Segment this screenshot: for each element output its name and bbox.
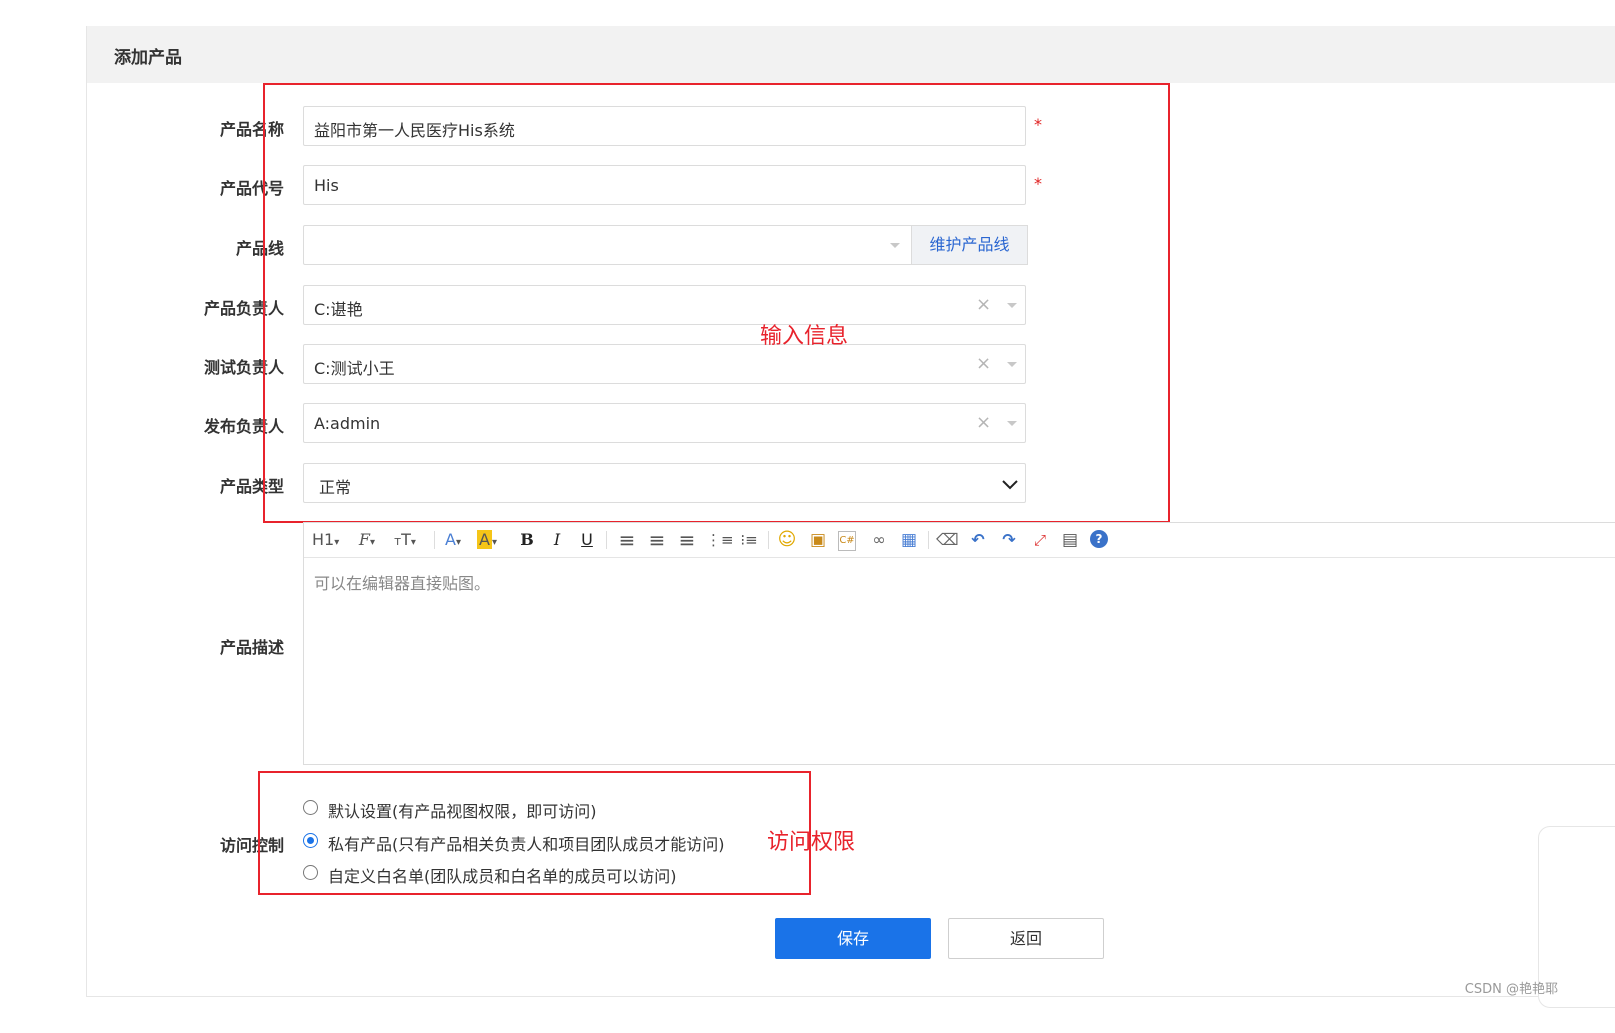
annotation-box-input-info: [263, 83, 1170, 523]
help-icon[interactable]: ?: [1090, 530, 1108, 548]
ordered-list-icon[interactable]: ⋮≡: [706, 528, 734, 552]
font-color-icon[interactable]: A▾: [442, 528, 464, 552]
align-left-icon[interactable]: ≡: [616, 528, 638, 552]
underline-icon[interactable]: U: [576, 528, 598, 552]
table-icon[interactable]: ▦: [898, 528, 920, 552]
toolbar-divider: [434, 531, 435, 549]
link-icon[interactable]: ∞: [868, 528, 890, 552]
italic-icon[interactable]: I: [546, 528, 568, 552]
eraser-icon[interactable]: ⌫: [936, 528, 959, 552]
toolbar-divider: [768, 531, 769, 549]
align-center-icon[interactable]: ≡: [646, 528, 668, 552]
description-editor[interactable]: H1▾ F▾ тT▾ A▾ A ▾ B I U ≡ ≡ ≡ ⋮≡ ⁝≡ ☺ ▣ C…: [303, 522, 1615, 765]
annotation-access-rights: 访问权限: [767, 830, 856, 855]
align-right-icon[interactable]: ≡: [676, 528, 698, 552]
page-title: 添加产品: [114, 48, 182, 68]
toolbar-divider: [606, 531, 607, 549]
emoji-icon[interactable]: ☺: [776, 528, 798, 552]
font-size-icon[interactable]: тT▾: [394, 528, 416, 552]
redo-icon[interactable]: ↷: [998, 528, 1020, 552]
save-button[interactable]: 保存: [775, 918, 931, 959]
unordered-list-icon[interactable]: ⁝≡: [738, 528, 760, 552]
annotation-input-info: 输入信息: [760, 324, 849, 349]
image-icon[interactable]: ▣: [807, 528, 829, 552]
toolbar-divider: [928, 531, 929, 549]
paste-icon[interactable]: ▤: [1059, 528, 1081, 552]
fullscreen-icon[interactable]: ⤢: [1029, 528, 1051, 552]
annotation-box-access-rights: [258, 771, 811, 895]
panel-header: 添加产品: [87, 26, 1615, 83]
highlight-icon[interactable]: A ▾: [476, 528, 498, 552]
code-icon[interactable]: C#: [838, 531, 856, 551]
back-button[interactable]: 返回: [948, 918, 1104, 959]
undo-icon[interactable]: ↶: [967, 528, 989, 552]
editor-placeholder: 可以在编辑器直接贴图。: [314, 574, 491, 593]
font-family-icon[interactable]: F▾: [356, 528, 378, 552]
description-label: 产品描述: [219, 638, 284, 657]
bold-icon[interactable]: B: [516, 528, 538, 552]
editor-toolbar: H1▾ F▾ тT▾ A▾ A ▾ B I U ≡ ≡ ≡ ⋮≡ ⁝≡ ☺ ▣ C…: [304, 523, 1615, 558]
watermark: CSDN @艳艳耶: [1464, 982, 1558, 997]
heading-icon[interactable]: H1▾: [312, 528, 339, 552]
